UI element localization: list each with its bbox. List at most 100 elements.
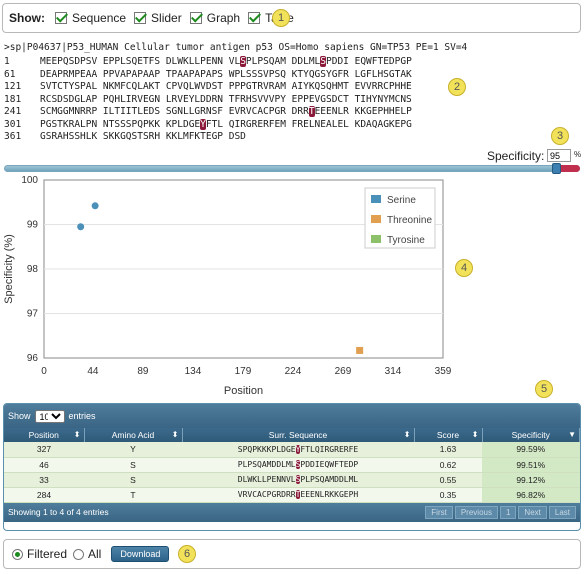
callout-badge-4: 4 (455, 259, 473, 277)
graph-checkbox-label: Graph (206, 11, 241, 25)
sequence-segment: MEEPQSDPSV EPPLSQETFS DLWKLLPENN VL (40, 56, 241, 67)
cell-specificity: 99.51% (482, 457, 580, 473)
sequence-position: 61 (4, 68, 16, 80)
col-score[interactable]: Score ⬍ (414, 428, 483, 442)
y-tick-label: 96 (27, 353, 39, 364)
table-row[interactable]: 284 T VRVCACPGRDRRTEEENLRKKGEPH 0.35 96.82% (4, 487, 580, 503)
col-surr-sequence[interactable]: Surr. Sequence ⬍ (182, 428, 415, 442)
sequence-checkbox[interactable]: Sequence (55, 11, 126, 25)
table-row[interactable]: 33 S DLWKLLPENNVLSPLPSQAMDDLML 0.55 99.12% (4, 472, 580, 488)
show-entries-label: Show (8, 411, 31, 421)
callout-badge-6: 6 (178, 545, 196, 563)
cell-score: 0.62 (414, 457, 482, 473)
sequence-block: 1 MEEPQSDPSV EPPLSQETFS DLWKLLPENN VLSPLP… (4, 56, 412, 144)
flank-sequence: EEENLRKKGEPH (300, 490, 359, 499)
flank-sequence: PLPSQAMDDLML (237, 460, 296, 469)
sort-icon: ⬍ (171, 430, 179, 439)
x-axis-label: Position (224, 385, 263, 397)
col-score-label: Score (436, 430, 460, 440)
table-row[interactable]: 46 S PLPSQAMDDLMLSPDDIEQWFTEDP 0.62 99.51% (4, 457, 580, 473)
graph-checkbox[interactable]: Graph (189, 11, 241, 25)
cell-specificity: 96.82% (482, 487, 580, 503)
sequence-segment: GSRAHSSHLK SKKGQSTSRH KKLMFKTEGP DSD (40, 131, 246, 142)
show-toolbar: Show: Sequence Slider Graph Table (2, 3, 581, 33)
specificity-input[interactable] (547, 149, 571, 162)
show-label: Show: (9, 11, 45, 25)
cell-surr-sequence: DLWKLLPENNVLSPLPSQAMDDLML (182, 472, 414, 488)
flank-sequence: PLPSQAMDDLML (300, 475, 359, 484)
col-amino-acid[interactable]: Amino Acid ⬍ (84, 428, 183, 442)
x-tick-label: 44 (87, 366, 99, 377)
cell-surr-sequence: PLPSQAMDDLMLSPDDIEQWFTEDP (182, 457, 414, 473)
check-icon[interactable] (134, 12, 147, 24)
pagination: First Previous 1 Next Last (425, 505, 576, 519)
x-tick-label: 359 (435, 366, 452, 377)
table-footer: Showing 1 to 4 of 4 entries First Previo… (4, 502, 580, 522)
download-toolbar: Filtered All Download (3, 539, 581, 569)
specificity-slider-handle[interactable] (552, 163, 561, 174)
sequence-position: 1 (4, 56, 10, 67)
sequence-line: 121 SVTCTYSPAL NKMFCQLAKT CPVQLWVDST PPPG… (4, 81, 412, 94)
cell-position: 46 (4, 457, 84, 473)
sequence-position: 181 (4, 93, 22, 105)
all-label: All (88, 547, 102, 561)
legend-swatch (371, 215, 381, 223)
col-position[interactable]: Position ⬍ (4, 428, 85, 442)
specificity-slider-track[interactable] (4, 165, 580, 172)
filtered-radio[interactable] (12, 548, 23, 560)
specificity-label: Specificity: (487, 149, 545, 163)
sort-icon: ⬍ (403, 430, 411, 439)
results-table: Position ⬍ Amino Acid ⬍ Surr. Sequence ⬍ Sc… (4, 428, 580, 503)
callout-badge-2: 2 (448, 78, 466, 96)
pager-page-1[interactable]: 1 (499, 505, 517, 519)
sequence-segment: RCSDSDGLAP PQHLIRVEGN LRVEYLDDRN TFRHSVV… (40, 93, 412, 105)
cell-specificity: 99.12% (482, 472, 580, 488)
pager-first[interactable]: First (425, 505, 453, 519)
slider-checkbox[interactable]: Slider (134, 11, 182, 25)
cell-position: 327 (4, 442, 84, 458)
download-button[interactable]: Download (111, 546, 170, 562)
sequence-position: 241 (4, 106, 22, 117)
callout-badge-3: 3 (551, 127, 569, 145)
col-amino-acid-label: Amino Acid (111, 430, 155, 440)
sequence-segment: DEAPRMPEAA PPVAPAPAAP TPAAPAPAPS WPLSSSV… (40, 68, 412, 80)
check-icon[interactable] (248, 12, 261, 24)
table-row[interactable]: 327 Y SPQPKKKPLDGEYFTLQIRGRERFE 1.63 99.59% (4, 442, 580, 458)
x-tick-label: 314 (385, 366, 402, 377)
data-point-serine (91, 202, 99, 210)
sequence-position: 121 (4, 81, 22, 92)
all-radio[interactable] (73, 548, 85, 560)
callout-badge-1: 1 (272, 9, 290, 27)
sequence-checkbox-label: Sequence (72, 11, 127, 25)
pager-previous[interactable]: Previous (454, 505, 498, 519)
x-tick-label: 0 (41, 366, 47, 377)
sequence-line: 361 GSRAHSSHLK SKKGQSTSRH KKLMFKTEGP DSD (4, 131, 412, 144)
cell-position: 33 (4, 472, 84, 488)
sequence-segment: EEENLR KKGEPHHELP (314, 106, 412, 117)
x-tick-label: 89 (137, 366, 149, 377)
page-size-select[interactable]: 10 (34, 409, 65, 423)
y-tick-label: 97 (27, 309, 39, 320)
cell-amino-acid: T (84, 487, 182, 503)
legend-label: Tyrosine (387, 235, 425, 246)
cell-score: 1.63 (414, 442, 482, 458)
sequence-segment: PLPSQAM DDLML (245, 56, 321, 67)
cell-amino-acid: Y (84, 442, 182, 458)
sequence-line: 181 RCSDSDGLAP PQHLIRVEGN LRVEYLDDRN TFRH… (4, 94, 412, 107)
slider-checkbox-label: Slider (151, 11, 182, 25)
sequence-header: >sp|P04637|P53_HUMAN Cellular tumor anti… (4, 42, 468, 53)
flank-sequence: VRVCACPGRDRR (237, 490, 296, 499)
y-tick-label: 100 (21, 175, 38, 186)
flank-sequence: PDDIEQWFTEDP (300, 460, 359, 469)
y-tick-label: 98 (27, 264, 39, 275)
data-point-threonine (356, 346, 364, 354)
x-tick-label: 134 (185, 366, 202, 377)
check-icon[interactable] (189, 12, 202, 24)
cell-surr-sequence: VRVCACPGRDRRTEEENLRKKGEPH (182, 487, 414, 503)
col-specificity[interactable]: Specificity ▼ (482, 428, 580, 442)
cell-position: 284 (4, 487, 84, 503)
check-icon[interactable] (55, 12, 67, 24)
pager-last[interactable]: Last (548, 505, 576, 519)
col-position-label: Position (28, 430, 59, 440)
pager-next[interactable]: Next (518, 505, 547, 519)
